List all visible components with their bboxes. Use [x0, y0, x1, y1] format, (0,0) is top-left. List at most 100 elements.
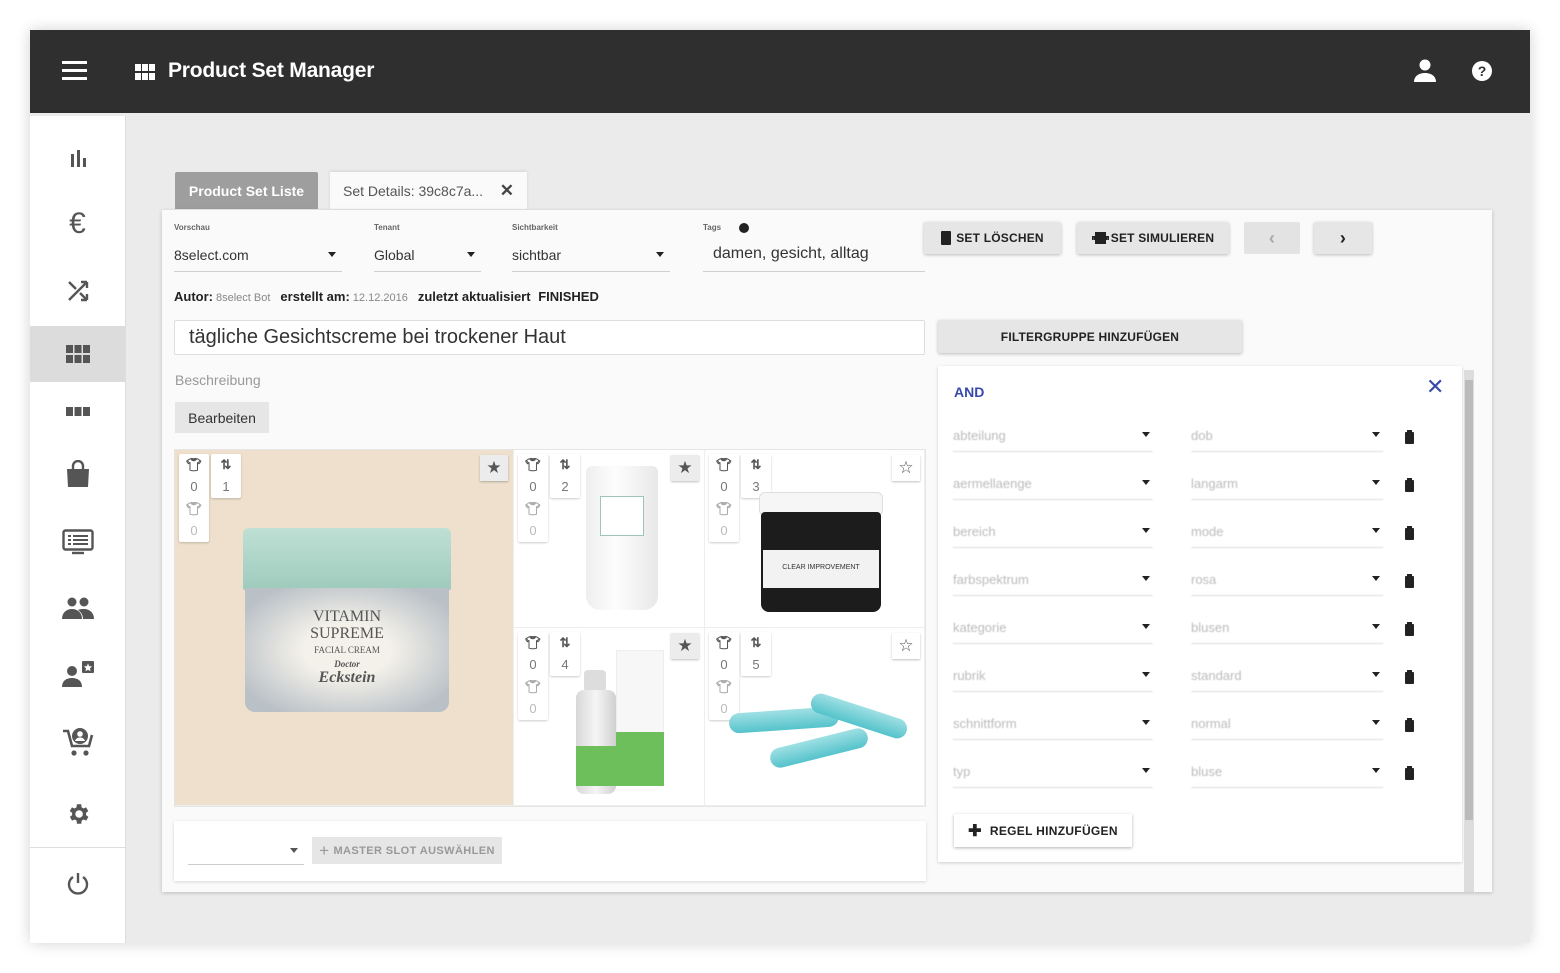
- counter-top: 0: [720, 479, 728, 494]
- delete-rule-icon[interactable]: [1405, 766, 1414, 780]
- next-button[interactable]: ›: [1314, 222, 1372, 254]
- hamburger-icon[interactable]: [62, 61, 87, 81]
- sichtbarkeit-field: Sichtbarkeit sichtbar: [512, 223, 670, 272]
- sidebar-item-settings[interactable]: [30, 786, 125, 842]
- product-image-vitamin-supreme: VITAMIN SUPREME FACIAL CREAM Doctor Ecks…: [243, 528, 451, 714]
- star-filled-icon[interactable]: ★: [671, 455, 699, 481]
- delete-rule-icon[interactable]: [1405, 670, 1414, 684]
- created-label: erstellt am:: [280, 289, 350, 304]
- account-icon[interactable]: [1413, 58, 1437, 84]
- rule-attribute-select[interactable]: abteilung: [953, 428, 1153, 452]
- film-icon: [1091, 232, 1109, 244]
- delete-rule-icon[interactable]: [1405, 478, 1414, 492]
- rule-attribute-select[interactable]: aermellaenge: [953, 476, 1153, 500]
- sidebar-item-view-column[interactable]: [30, 383, 125, 439]
- delete-set-button[interactable]: SET LÖSCHEN: [924, 222, 1061, 254]
- previous-button[interactable]: ‹: [1244, 222, 1300, 254]
- delete-rule-icon[interactable]: [1405, 526, 1414, 540]
- counter-top: 0: [529, 657, 537, 672]
- product-image-ampoules: [728, 691, 910, 770]
- add-filtergroup-button[interactable]: FILTERGRUPPE HINZUFÜGEN: [938, 320, 1242, 353]
- filter-rule-row: farbspektrum rosa: [953, 572, 1423, 602]
- star-outline-icon[interactable]: ☆: [892, 633, 920, 659]
- sidebar-item-favorites[interactable]: [30, 646, 125, 702]
- sichtbarkeit-select[interactable]: sichtbar: [512, 247, 670, 272]
- rule-value-value: standard: [1191, 668, 1242, 683]
- filter-rule-row: typ bluse: [953, 764, 1423, 794]
- rule-value-select[interactable]: rosa: [1191, 572, 1383, 596]
- rule-attribute-select[interactable]: schnittform: [953, 716, 1153, 740]
- delete-rule-icon[interactable]: [1405, 718, 1414, 732]
- add-rule-button[interactable]: ✚ REGEL HINZUFÜGEN: [954, 814, 1132, 847]
- help-icon[interactable]: ?: [1472, 61, 1492, 81]
- sidebar-item-product-sets[interactable]: [30, 326, 125, 382]
- plus-icon: +: [319, 840, 330, 860]
- scrollbar-thumb[interactable]: [1465, 380, 1473, 820]
- product-slot[interactable]: 👕︎ 0 👕︎ 0 ⇅ 1 ★ VITAMIN SUPREME FACIAL C…: [175, 450, 514, 806]
- sidebar-item-users[interactable]: [30, 580, 125, 636]
- sidebar-item-shop[interactable]: [30, 446, 125, 502]
- select-master-slot-button[interactable]: + MASTER SLOT AUSWÄHLEN: [312, 837, 502, 864]
- rule-attribute-select[interactable]: rubrik: [953, 668, 1153, 692]
- dropdown-arrow-icon: [1372, 576, 1380, 581]
- rule-value-select[interactable]: blusen: [1191, 620, 1383, 644]
- set-title-input[interactable]: tägliche Gesichtscreme bei trockener Hau…: [174, 320, 925, 355]
- edit-description-button[interactable]: Bearbeiten: [175, 402, 269, 433]
- dropdown-arrow-icon: [467, 252, 475, 257]
- delete-rule-icon[interactable]: [1405, 574, 1414, 588]
- filter-rule-row: rubrik standard: [953, 668, 1423, 698]
- star-filled-icon[interactable]: ★: [671, 633, 699, 659]
- master-slot-select[interactable]: [188, 843, 304, 865]
- tenant-select[interactable]: Global: [374, 247, 481, 272]
- rule-value-select[interactable]: langarm: [1191, 476, 1383, 500]
- rule-attribute-value: aermellaenge: [953, 476, 1032, 491]
- shirt-outline-icon: 👕︎: [715, 501, 733, 516]
- product-slot[interactable]: 👕︎ 0 👕︎ 0 ⇅ 4 ★: [514, 628, 705, 806]
- delete-rule-icon[interactable]: [1405, 622, 1414, 636]
- rule-value-select[interactable]: dob: [1191, 428, 1383, 452]
- rule-attribute-value: rubrik: [953, 668, 986, 683]
- rule-attribute-select[interactable]: kategorie: [953, 620, 1153, 644]
- filter-panel-scrollbar[interactable]: [1464, 370, 1474, 892]
- rule-attribute-select[interactable]: typ: [953, 764, 1153, 788]
- close-tab-icon[interactable]: ✕: [500, 181, 514, 201]
- created-value: 12.12.2016: [352, 292, 408, 304]
- tab-set-details[interactable]: Set Details: 39c8c7a... ✕: [330, 172, 527, 209]
- product-slot[interactable]: 👕︎ 0 👕︎ 0 ⇅ 5 ☆: [705, 628, 925, 806]
- rule-attribute-select[interactable]: bereich: [953, 524, 1153, 548]
- rule-value-select[interactable]: standard: [1191, 668, 1383, 692]
- dropdown-arrow-icon: [328, 252, 336, 257]
- counter-top: 0: [529, 479, 537, 494]
- product-slot[interactable]: 👕︎ 0 👕︎ 0 ⇅ 2 ★: [514, 450, 705, 628]
- rule-attribute-select[interactable]: farbspektrum: [953, 572, 1153, 596]
- apps-grid-icon: [65, 345, 90, 363]
- counter-top: 0: [190, 479, 198, 494]
- rule-value-select[interactable]: normal: [1191, 716, 1383, 740]
- dropdown-arrow-icon: [1142, 720, 1150, 725]
- star-filled-icon[interactable]: ★: [480, 455, 508, 481]
- rule-value-select[interactable]: mode: [1191, 524, 1383, 548]
- sidebar-item-logout[interactable]: [30, 856, 125, 912]
- sidebar-item-revenue[interactable]: €: [30, 196, 125, 252]
- sidebar-item-statistics[interactable]: [30, 130, 125, 186]
- dropdown-arrow-icon: [1142, 624, 1150, 629]
- dropdown-arrow-icon: [1372, 720, 1380, 725]
- simulate-set-button[interactable]: SET SIMULIEREN: [1077, 222, 1229, 254]
- filter-operator[interactable]: AND: [954, 384, 984, 400]
- delete-rule-icon[interactable]: [1405, 430, 1414, 444]
- shirt-outline-icon: 👕︎: [524, 679, 542, 694]
- app-window: Product Set Manager ? € Product Set List…: [30, 30, 1530, 943]
- tags-input[interactable]: damen, gesicht, alltag: [703, 245, 925, 272]
- sidebar-item-customer-cart[interactable]: [30, 714, 125, 770]
- product-slot[interactable]: 👕︎ 0 👕︎ 0 ⇅ 3 ☆ CLEAR IMPROVEMENT: [705, 450, 925, 628]
- sidebar-item-shuffle[interactable]: [30, 263, 125, 319]
- tab-product-set-liste[interactable]: Product Set Liste: [175, 172, 318, 209]
- rule-value-select[interactable]: bluse: [1191, 764, 1383, 788]
- dropdown-arrow-icon: [1142, 528, 1150, 533]
- updated-label: zuletzt aktualisiert: [417, 289, 531, 304]
- star-outline-icon[interactable]: ☆: [892, 455, 920, 481]
- close-filter-group-icon[interactable]: ✕: [1426, 374, 1444, 400]
- sidebar-item-reports[interactable]: [30, 514, 125, 570]
- vorschau-select[interactable]: 8select.com: [174, 247, 342, 272]
- info-icon[interactable]: [739, 223, 750, 233]
